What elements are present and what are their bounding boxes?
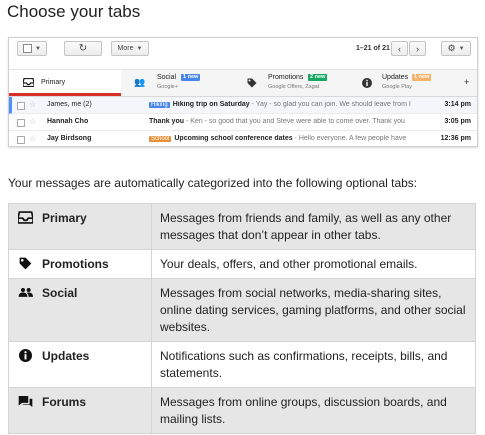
gear-icon: ⚙ [447, 43, 456, 53]
add-tab-button[interactable]: + [460, 70, 477, 96]
tag-icon [247, 78, 257, 88]
mail-subject-text: Thank you [149, 118, 185, 125]
chevron-down-icon: ▼ [35, 45, 41, 52]
select-all-button[interactable]: ▼ [17, 41, 47, 56]
mail-subject-text: Hiking trip on Saturday [172, 101, 250, 108]
more-label: More [117, 45, 134, 52]
category-description: Messages from social networks, media-sha… [151, 278, 476, 342]
tab-sublabel: Google+ [157, 84, 178, 90]
new-badge: 1 new [181, 74, 201, 81]
pager-count: 1–21 of 21 [356, 45, 390, 52]
mail-time: 12:36 pm [440, 135, 471, 142]
new-badge: 2 new [308, 74, 328, 81]
tab-updates[interactable]: Updates 1 new Google Play [348, 70, 460, 96]
category-description: Messages from friends and family, as wel… [151, 203, 476, 250]
mail-row[interactable]: ☆ Jay Birdsong School Upcoming school con… [9, 131, 477, 146]
mail-subject: Hiking Hiking trip on Saturday - Yay - so… [149, 101, 434, 108]
mail-snippet: - Keri - so good that you and Steve were… [184, 118, 405, 125]
mail-sender: Jay Birdsong [47, 135, 92, 142]
category-name: Forums [42, 395, 87, 409]
plus-icon: + [464, 77, 470, 87]
tab-label: Updates [382, 74, 409, 81]
forum-icon [18, 396, 33, 407]
categories-table: Primary Messages from friends and family… [8, 203, 476, 434]
refresh-button[interactable]: ↻ [64, 41, 102, 56]
category-row-updates: Updates Notifications such as confirmati… [8, 341, 476, 388]
page-title: Choose your tabs [7, 2, 141, 21]
mail-snippet: - Hello everyone. A few people have [292, 135, 407, 142]
prev-page-button[interactable]: ‹ [391, 41, 408, 56]
mail-time: 3:05 pm [444, 118, 471, 125]
star-icon[interactable]: ☆ [29, 100, 36, 109]
chevron-left-icon: ‹ [398, 43, 401, 54]
category-row-forums: Forums Messages from online groups, disc… [8, 387, 476, 434]
category-description: Your deals, offers, and other promotiona… [151, 249, 476, 279]
tab-sublabel: Google Offers, Zagat [268, 84, 320, 90]
row-checkbox[interactable] [17, 136, 25, 144]
tab-label: Social [157, 74, 177, 81]
mail-subject: School Upcoming school conference dates -… [149, 135, 434, 142]
category-name-cell: Forums [8, 387, 152, 434]
info-icon [19, 349, 32, 362]
mail-sender: James, me (2) [47, 101, 92, 108]
chevron-down-icon: ▼ [136, 45, 143, 52]
settings-button[interactable]: ⚙ ▼ [441, 41, 471, 56]
mail-row[interactable]: ☆ James, me (2) Hiking Hiking trip on Sat… [9, 97, 477, 114]
inbox-icon [23, 78, 34, 87]
category-description: Messages from online groups, discussion … [151, 387, 476, 434]
category-name: Social [42, 286, 78, 300]
mail-subject: Thank you - Keri - so good that you and … [149, 118, 434, 125]
tag-icon [19, 257, 32, 270]
mail-snippet: - Yay - so glad you can join. We should … [249, 101, 411, 108]
star-icon[interactable]: ☆ [29, 117, 36, 126]
mail-sender: Hannah Cho [47, 118, 89, 125]
tab-label: Promotions [268, 74, 304, 81]
category-row-primary: Primary Messages from friends and family… [8, 203, 476, 250]
tab-social[interactable]: 👥 Social 1 new Google+ [121, 70, 233, 96]
refresh-icon: ↻ [78, 43, 88, 54]
category-row-social: Social Messages from social networks, me… [8, 278, 476, 342]
category-row-promotions: Promotions Your deals, offers, and other… [8, 249, 476, 279]
tab-promotions[interactable]: Promotions 2 new Google Offers, Zagat [233, 70, 348, 96]
category-name-cell: Social [8, 278, 152, 342]
mail-label: Hiking [149, 102, 170, 108]
tab-label: Primary [41, 79, 66, 86]
category-name-cell: Promotions [8, 249, 152, 279]
tab-primary[interactable]: Primary [9, 70, 121, 96]
chevron-down-icon: ▼ [458, 45, 465, 52]
category-name: Primary [42, 211, 87, 225]
info-icon [362, 78, 372, 88]
row-checkbox[interactable] [17, 102, 25, 110]
category-name-cell: Updates [8, 341, 152, 388]
next-page-button[interactable]: › [409, 41, 426, 56]
people-icon: 👥 [134, 77, 146, 87]
category-description: Notifications such as confirmations, rec… [151, 341, 476, 388]
mail-label: School [149, 136, 172, 142]
category-name: Updates [42, 349, 90, 363]
people-icon [18, 288, 33, 297]
gmail-toolbar: ▼ ↻ More ▼ 1–21 of 21 ‹ › ⚙ ▼ [9, 38, 477, 62]
category-name-cell: Primary [8, 203, 152, 250]
mail-subject-text: Upcoming school conference dates [174, 135, 293, 142]
tab-sublabel: Google Play [382, 84, 412, 90]
gmail-tabs: Primary 👥 Social 1 new Google+ Promotion… [9, 69, 477, 97]
mail-time: 3:14 pm [444, 101, 471, 108]
new-badge: 1 new [412, 74, 432, 81]
intro-text: Your messages are automatically categori… [8, 176, 418, 190]
gmail-screenshot: ▼ ↻ More ▼ 1–21 of 21 ‹ › ⚙ ▼ Primary 👥 So… [8, 37, 478, 147]
category-name: Promotions [42, 257, 109, 271]
chevron-right-icon: › [416, 43, 419, 54]
more-button[interactable]: More ▼ [111, 41, 149, 56]
checkbox-icon [23, 44, 33, 53]
row-checkbox[interactable] [17, 119, 25, 127]
star-icon[interactable]: ☆ [29, 134, 36, 143]
inbox-icon [18, 211, 33, 224]
mail-row[interactable]: ☆ Hannah Cho Thank you - Keri - so good … [9, 114, 477, 131]
